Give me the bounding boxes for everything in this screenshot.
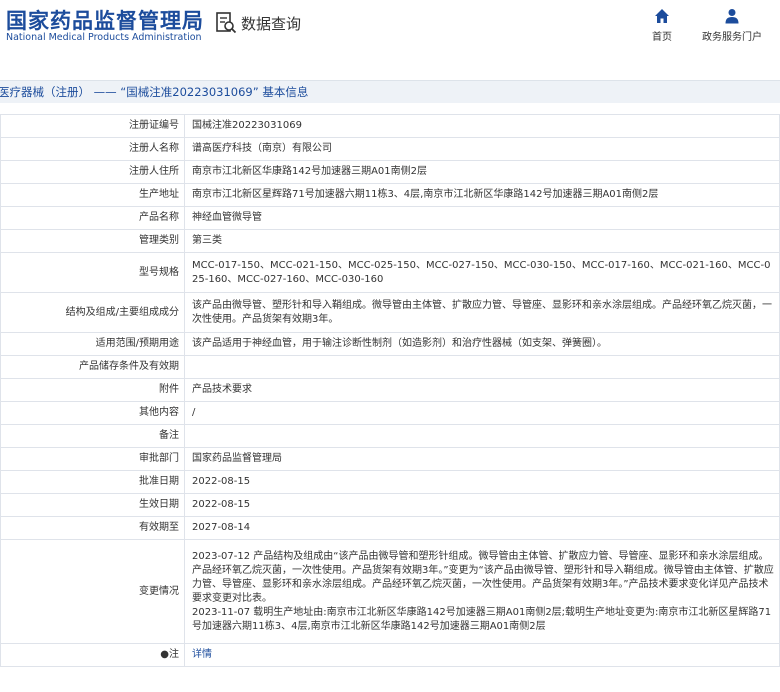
row-label: 生效日期: [0, 493, 185, 517]
row-label: 结构及组成/主要组成成分: [0, 292, 185, 333]
table-row: ●注 详情: [0, 643, 780, 667]
row-value-cell: 详情: [184, 643, 780, 667]
table-row: 注册人名称 谱高医疗科技（南京）有限公司: [0, 137, 780, 161]
record-title-bar: 医疗器械（注册） —— “国械注准20223031069” 基本信息: [0, 80, 780, 103]
row-label: 生产地址: [0, 183, 185, 207]
change-record-1: 2023-07-12 产品结构及组成由“该产品由微导管和塑形针组成。微导管由主体…: [192, 550, 774, 604]
row-value: 产品技术要求: [184, 378, 780, 402]
table-row: 批准日期 2022-08-15: [0, 470, 780, 494]
table-row: 其他内容 /: [0, 401, 780, 425]
row-value: 2022-08-15: [184, 470, 780, 494]
row-value: 该产品由微导管、塑形针和导入鞘组成。微导管由主体管、扩散应力管、导管座、显影环和…: [184, 292, 780, 333]
table-row: 注册人住所 南京市江北新区华康路142号加速器三期A01南侧2层: [0, 160, 780, 184]
row-label: 管理类别: [0, 229, 185, 253]
document-search-icon: [216, 12, 237, 34]
record-title: 医疗器械（注册） —— “国械注准20223031069” 基本信息: [0, 85, 309, 99]
row-label: 其他内容: [0, 401, 185, 425]
details-link[interactable]: 详情: [192, 649, 212, 660]
nav-home[interactable]: 首页: [650, 8, 674, 43]
table-row: 适用范围/预期用途 该产品适用于神经血管，用于输注诊断性制剂（如造影剂）和治疗性…: [0, 332, 780, 356]
table-row: 管理类别 第三类: [0, 229, 780, 253]
home-icon: [655, 9, 669, 23]
row-value-group: 2023-07-12 产品结构及组成由“该产品由微导管和塑形针组成。微导管由主体…: [184, 539, 780, 644]
row-label: 备注: [0, 424, 185, 448]
table-row: 变更情况 2023-07-12 产品结构及组成由“该产品由微导管和塑形针组成。微…: [0, 539, 780, 644]
table-row: 型号规格 MCC-017-150、MCC-021-150、MCC-025-150…: [0, 252, 780, 293]
row-label: ●注: [0, 643, 185, 667]
table-row: 审批部门 国家药品监督管理局: [0, 447, 780, 471]
row-label: 产品储存条件及有效期: [0, 355, 185, 379]
nav-gov-label: 政务服务门户: [702, 32, 762, 43]
row-label: 注册人住所: [0, 160, 185, 184]
data-query-heading: 数据查询: [214, 11, 301, 35]
change-record-2: 2023-11-07 载明生产地址由:南京市江北新区华康路142号加速器三期A0…: [192, 606, 772, 632]
row-value: 第三类: [184, 229, 780, 253]
row-value: [184, 424, 780, 448]
row-value: 该产品适用于神经血管，用于输注诊断性制剂（如造影剂）和治疗性器械（如支架、弹簧圈…: [184, 332, 780, 356]
row-value: 南京市江北新区华康路142号加速器三期A01南侧2层: [184, 160, 780, 184]
table-row: 注册证编号 国械注准20223031069: [0, 114, 780, 138]
row-value: 国械注准20223031069: [184, 114, 780, 138]
row-label: 附件: [0, 378, 185, 402]
row-label: 型号规格: [0, 252, 185, 293]
row-label: 适用范围/预期用途: [0, 332, 185, 356]
row-value: 2022-08-15: [184, 493, 780, 517]
table-row: 产品储存条件及有效期: [0, 355, 780, 379]
table-row: 产品名称 神经血管微导管: [0, 206, 780, 230]
nav-home-label: 首页: [652, 32, 672, 43]
row-label: 批准日期: [0, 470, 185, 494]
row-value: 2027-08-14: [184, 516, 780, 540]
table-row: 生效日期 2022-08-15: [0, 493, 780, 517]
site-header: 国家药品监督管理局 National Medical Products Admi…: [0, 0, 780, 62]
row-label: 产品名称: [0, 206, 185, 230]
row-value: 国家药品监督管理局: [184, 447, 780, 471]
row-label: 变更情况: [0, 539, 185, 644]
table-row: 备注: [0, 424, 780, 448]
row-label: 有效期至: [0, 516, 185, 540]
table-row: 附件 产品技术要求: [0, 378, 780, 402]
row-label: 注册人名称: [0, 137, 185, 161]
table-row: 结构及组成/主要组成成分 该产品由微导管、塑形针和导入鞘组成。微导管由主体管、扩…: [0, 292, 780, 333]
nav-gov-portal[interactable]: 政务服务门户: [702, 8, 762, 43]
row-value: [184, 355, 780, 379]
data-query-label: 数据查询: [241, 14, 302, 33]
logo-title-en[interactable]: National Medical Products Administration: [6, 32, 202, 43]
row-value: 神经血管微导管: [184, 206, 780, 230]
row-value: 谱高医疗科技（南京）有限公司: [184, 137, 780, 161]
row-value: MCC-017-150、MCC-021-150、MCC-025-150、MCC-…: [184, 252, 780, 293]
row-label: 注册证编号: [0, 114, 185, 138]
table-row: 生产地址 南京市江北新区星辉路71号加速器六期11栋3、4层,南京市江北新区华康…: [0, 183, 780, 207]
row-value: /: [184, 401, 780, 425]
table-row: 有效期至 2027-08-14: [0, 516, 780, 540]
registration-info-table: 注册证编号 国械注准20223031069 注册人名称 谱高医疗科技（南京）有限…: [0, 114, 780, 667]
logo-title-cn[interactable]: 国家药品监督管理局: [6, 5, 204, 35]
row-value: 南京市江北新区星辉路71号加速器六期11栋3、4层,南京市江北新区华康路142号…: [184, 183, 780, 207]
row-label: 审批部门: [0, 447, 185, 471]
user-icon: [725, 9, 739, 24]
